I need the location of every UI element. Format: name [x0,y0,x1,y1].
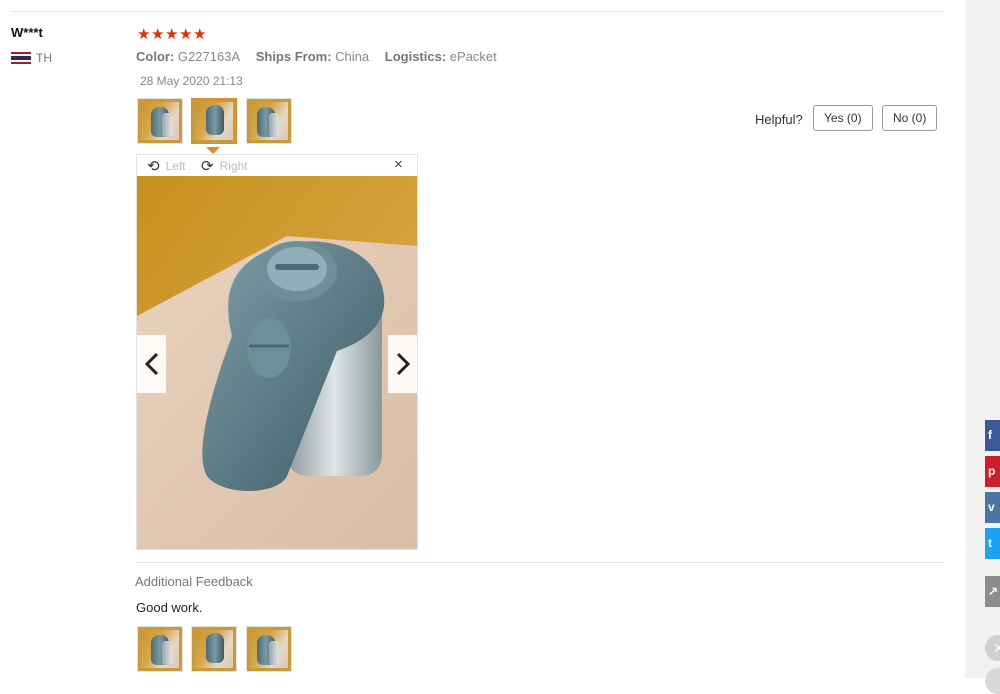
attr-label-ships-from: Ships From: [255,49,332,64]
additional-feedback-text: Good work. [136,600,203,615]
review-photo-thumb[interactable] [246,98,292,144]
selected-thumb-caret-icon [206,147,220,154]
star-icon: ★ [165,26,179,43]
star-icon: ★ [137,26,151,43]
helpful-label: Helpful? [755,112,803,127]
review-date: 28 May 2020 21:13 [140,74,243,88]
previous-photo-button[interactable] [137,335,166,393]
viewer-toolbar: ⟲ Left ⟳ Right × [137,155,417,176]
rotate-right-label: Right [219,159,248,173]
helpful-yes-button[interactable]: Yes (0) [813,105,873,131]
rotate-right-icon: ⟳ [201,158,214,175]
rotate-left-label: Left [165,159,186,173]
pinterest-share-button[interactable]: p [985,456,1000,487]
divider [136,562,944,563]
photo-viewer: ⟲ Left ⟳ Right × [136,154,418,550]
helpful-no-button[interactable]: No (0) [882,105,938,131]
twitter-share-button[interactable]: t [985,528,1000,559]
chevron-right-icon [396,352,410,376]
close-icon: ✕ [993,640,1000,656]
vk-share-button[interactable]: v [985,492,1000,523]
pinterest-icon: p [988,464,996,478]
reviewer-name: W***t [11,25,43,40]
faucet-body-image [269,113,279,137]
attr-value-ships-from: China [335,49,370,64]
faucet-photo-image [137,176,417,549]
faucet-body-image [269,641,279,665]
country-code: TH [36,51,52,65]
feedback-photo-thumb[interactable] [246,626,292,672]
chevron-left-icon [144,352,158,376]
additional-feedback-title: Additional Feedback [135,574,253,589]
star-icon: ★ [179,26,193,43]
next-photo-button[interactable] [388,335,417,393]
divider [10,11,944,12]
faucet-body-image [162,113,172,137]
attr-label-color: Color: [136,49,175,64]
scroll-top-button[interactable] [985,668,1000,694]
faucet-body-image [162,641,172,665]
facebook-share-button[interactable]: f [985,420,1000,451]
share-icon: ↗ [988,584,999,598]
attr-value-color: G227163A [177,49,241,64]
rotate-left-button[interactable]: ⟲ Left [147,157,186,175]
review-panel: W***t TH ★★★★★ Color: G227163A Ships Fro… [0,0,965,678]
rotate-left-icon: ⟲ [147,158,160,175]
close-viewer-button[interactable]: × [394,156,403,173]
review-photo-thumb[interactable] [137,98,183,144]
faucet-image [206,633,224,663]
share-more-button[interactable]: ↗ [985,576,1000,607]
star-rating: ★★★★★ [137,25,207,43]
review-photo-large [137,176,417,549]
rotate-right-button[interactable]: ⟳ Right [201,157,248,175]
feedback-photo-thumb[interactable] [191,626,237,672]
review-photo-thumb-selected[interactable] [191,98,237,144]
thailand-flag-icon [11,52,31,64]
attr-label-logistics: Logistics: [384,49,447,64]
twitter-icon: t [988,536,992,550]
faucet-image [206,105,224,135]
facebook-icon: f [988,428,992,442]
order-attributes: Color: G227163A Ships From: China Logist… [136,49,509,64]
star-icon: ★ [151,26,165,43]
reviewer-country: TH [11,51,52,65]
attr-value-logistics: ePacket [449,49,497,64]
feedback-photo-thumb[interactable] [137,626,183,672]
star-icon: ★ [193,26,207,43]
vk-icon: v [988,500,995,514]
